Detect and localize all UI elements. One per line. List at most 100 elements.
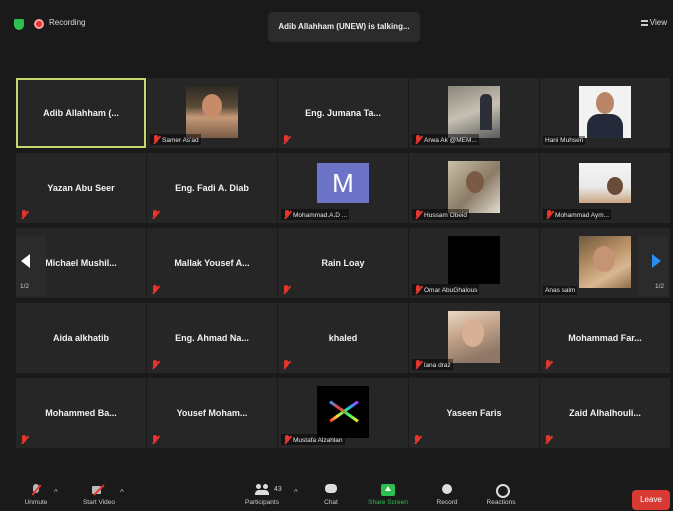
participant-tile[interactable]: Yaseen Faris [409, 378, 539, 448]
participant-label: Omar AbuGhalous [412, 284, 480, 295]
participant-name: Aida alkhatib [52, 333, 109, 343]
reactions-button[interactable]: Reactions [482, 484, 520, 506]
muted-mic-icon [414, 135, 422, 144]
participant-name: Anas salm [545, 287, 576, 294]
participant-video [579, 86, 631, 138]
participant-name: Adib Allahham (... [43, 108, 119, 118]
participant-name: Eng. Fadi A. Diab [175, 183, 249, 193]
video-options-caret-icon[interactable]: ^ [120, 488, 124, 497]
muted-mic-icon [283, 210, 291, 219]
participant-video [317, 386, 369, 438]
participant-tile[interactable]: Mohammed Ba... [16, 378, 146, 448]
participant-name: khaled [328, 333, 358, 343]
participant-tile[interactable]: Hani Muhsen [540, 78, 670, 148]
participant-tile[interactable]: Arwa Ak @MEM... [409, 78, 539, 148]
muted-mic-icon [151, 360, 159, 369]
participant-tile[interactable]: Hussam Obeid [409, 153, 539, 223]
participant-video [448, 161, 500, 213]
participant-video [448, 311, 500, 363]
participant-video [448, 86, 500, 138]
participant-label: Anas salm [543, 286, 578, 295]
participant-tile[interactable]: Mohammad Far... [540, 303, 670, 373]
participant-tile[interactable]: Omar AbuGhalous [409, 228, 539, 298]
start-video-button[interactable]: Start Video [78, 484, 120, 506]
participant-tile[interactable]: Zaid Alhalhouli... [540, 378, 670, 448]
audio-options-caret-icon[interactable]: ^ [54, 488, 58, 497]
muted-mic-icon [414, 360, 422, 369]
participant-video [186, 86, 238, 138]
participant-label: Mustafa Alzahlan [281, 434, 345, 445]
participant-tile[interactable]: Rain Loay [278, 228, 408, 298]
participant-tile[interactable]: Eng. Jumana Ta... [278, 78, 408, 148]
participant-name: Rain Loay [321, 258, 365, 268]
muted-microphone-icon [29, 484, 43, 496]
participant-tile[interactable]: lana draz [409, 303, 539, 373]
muted-mic-icon [413, 435, 421, 444]
muted-mic-icon [152, 135, 160, 144]
participant-tile[interactable]: Yousef Moham... [147, 378, 277, 448]
participant-label: Mohammad Aym... [543, 209, 612, 220]
participant-name: Hussam Obeid [424, 212, 467, 219]
muted-mic-icon [545, 210, 553, 219]
muted-mic-icon [414, 285, 422, 294]
participants-icon [255, 484, 269, 496]
muted-mic-icon [20, 435, 28, 444]
record-icon [440, 484, 454, 496]
participant-tile[interactable]: Eng. Ahmad Na... [147, 303, 277, 373]
chevron-right-icon [652, 254, 661, 268]
meeting-toolbar: Unmute ^ Start Video ^ Participants 43 ^… [0, 476, 673, 511]
video-off-icon [92, 484, 106, 496]
participant-tile[interactable]: Adib Allahham (... [16, 78, 146, 148]
participants-options-caret-icon[interactable]: ^ [294, 488, 298, 497]
participant-tile[interactable]: Aida alkhatib [16, 303, 146, 373]
view-button[interactable]: View [640, 18, 667, 27]
leave-button[interactable]: Leave [632, 490, 670, 510]
participant-name: Eng. Ahmad Na... [175, 333, 249, 343]
muted-mic-icon [414, 210, 422, 219]
previous-page-button[interactable]: 1/2 [16, 236, 46, 296]
muted-mic-icon [282, 360, 290, 369]
share-screen-label: Share Screen [368, 499, 408, 506]
participant-label: lana draz [412, 359, 453, 370]
participant-name: Yazan Abu Seer [47, 183, 115, 193]
muted-mic-icon [151, 210, 159, 219]
participant-tile[interactable]: khaled [278, 303, 408, 373]
participant-name: Mustafa Alzahlan [293, 437, 343, 444]
share-screen-button[interactable]: Share Screen [364, 484, 412, 506]
unmute-button[interactable]: Unmute [18, 484, 54, 506]
next-page-button[interactable]: 1/2 [638, 236, 668, 296]
participant-name: Hani Muhsen [545, 137, 584, 144]
participant-name: lana draz [424, 362, 451, 369]
participant-name: Samer As'ad [162, 137, 199, 144]
participant-label: Hani Muhsen [543, 136, 586, 145]
security-shield-icon[interactable] [14, 19, 24, 30]
participant-video [448, 236, 500, 284]
avatar: M [317, 163, 369, 203]
participant-name: Mohammed Ba... [45, 408, 117, 418]
participant-tile[interactable]: Mustafa Alzahlan [278, 378, 408, 448]
participant-tile[interactable]: M Mohammad.A.D ... [278, 153, 408, 223]
muted-mic-icon [544, 360, 552, 369]
chat-button[interactable]: Chat [318, 484, 344, 506]
muted-mic-icon [544, 435, 552, 444]
participant-name: Mallak Yousef A... [174, 258, 250, 268]
start-video-label: Start Video [82, 499, 116, 506]
share-screen-icon [381, 484, 395, 496]
participant-video [579, 163, 631, 203]
participant-tile[interactable]: Mohammad Aym... [540, 153, 670, 223]
participant-label: Hussam Obeid [412, 209, 469, 220]
participant-tile[interactable]: Mallak Yousef A... [147, 228, 277, 298]
participant-name: Mohammad Far... [568, 333, 642, 343]
participant-name: Yousef Moham... [176, 408, 248, 418]
participant-name: Yaseen Faris [446, 408, 502, 418]
participant-tile[interactable]: Eng. Fadi A. Diab [147, 153, 277, 223]
participant-name: Arwa Ak @MEM... [424, 137, 477, 144]
recording-label: Recording [49, 18, 86, 27]
participant-tile[interactable]: Yazan Abu Seer [16, 153, 146, 223]
view-label: View [649, 18, 667, 27]
muted-mic-icon [282, 135, 290, 144]
meeting-top-bar: Recording Adib Allahham (UNEW) is talkin… [0, 0, 673, 44]
record-button[interactable]: Record [432, 484, 462, 506]
reactions-icon [494, 484, 510, 498]
participant-tile[interactable]: Samer As'ad [147, 78, 277, 148]
